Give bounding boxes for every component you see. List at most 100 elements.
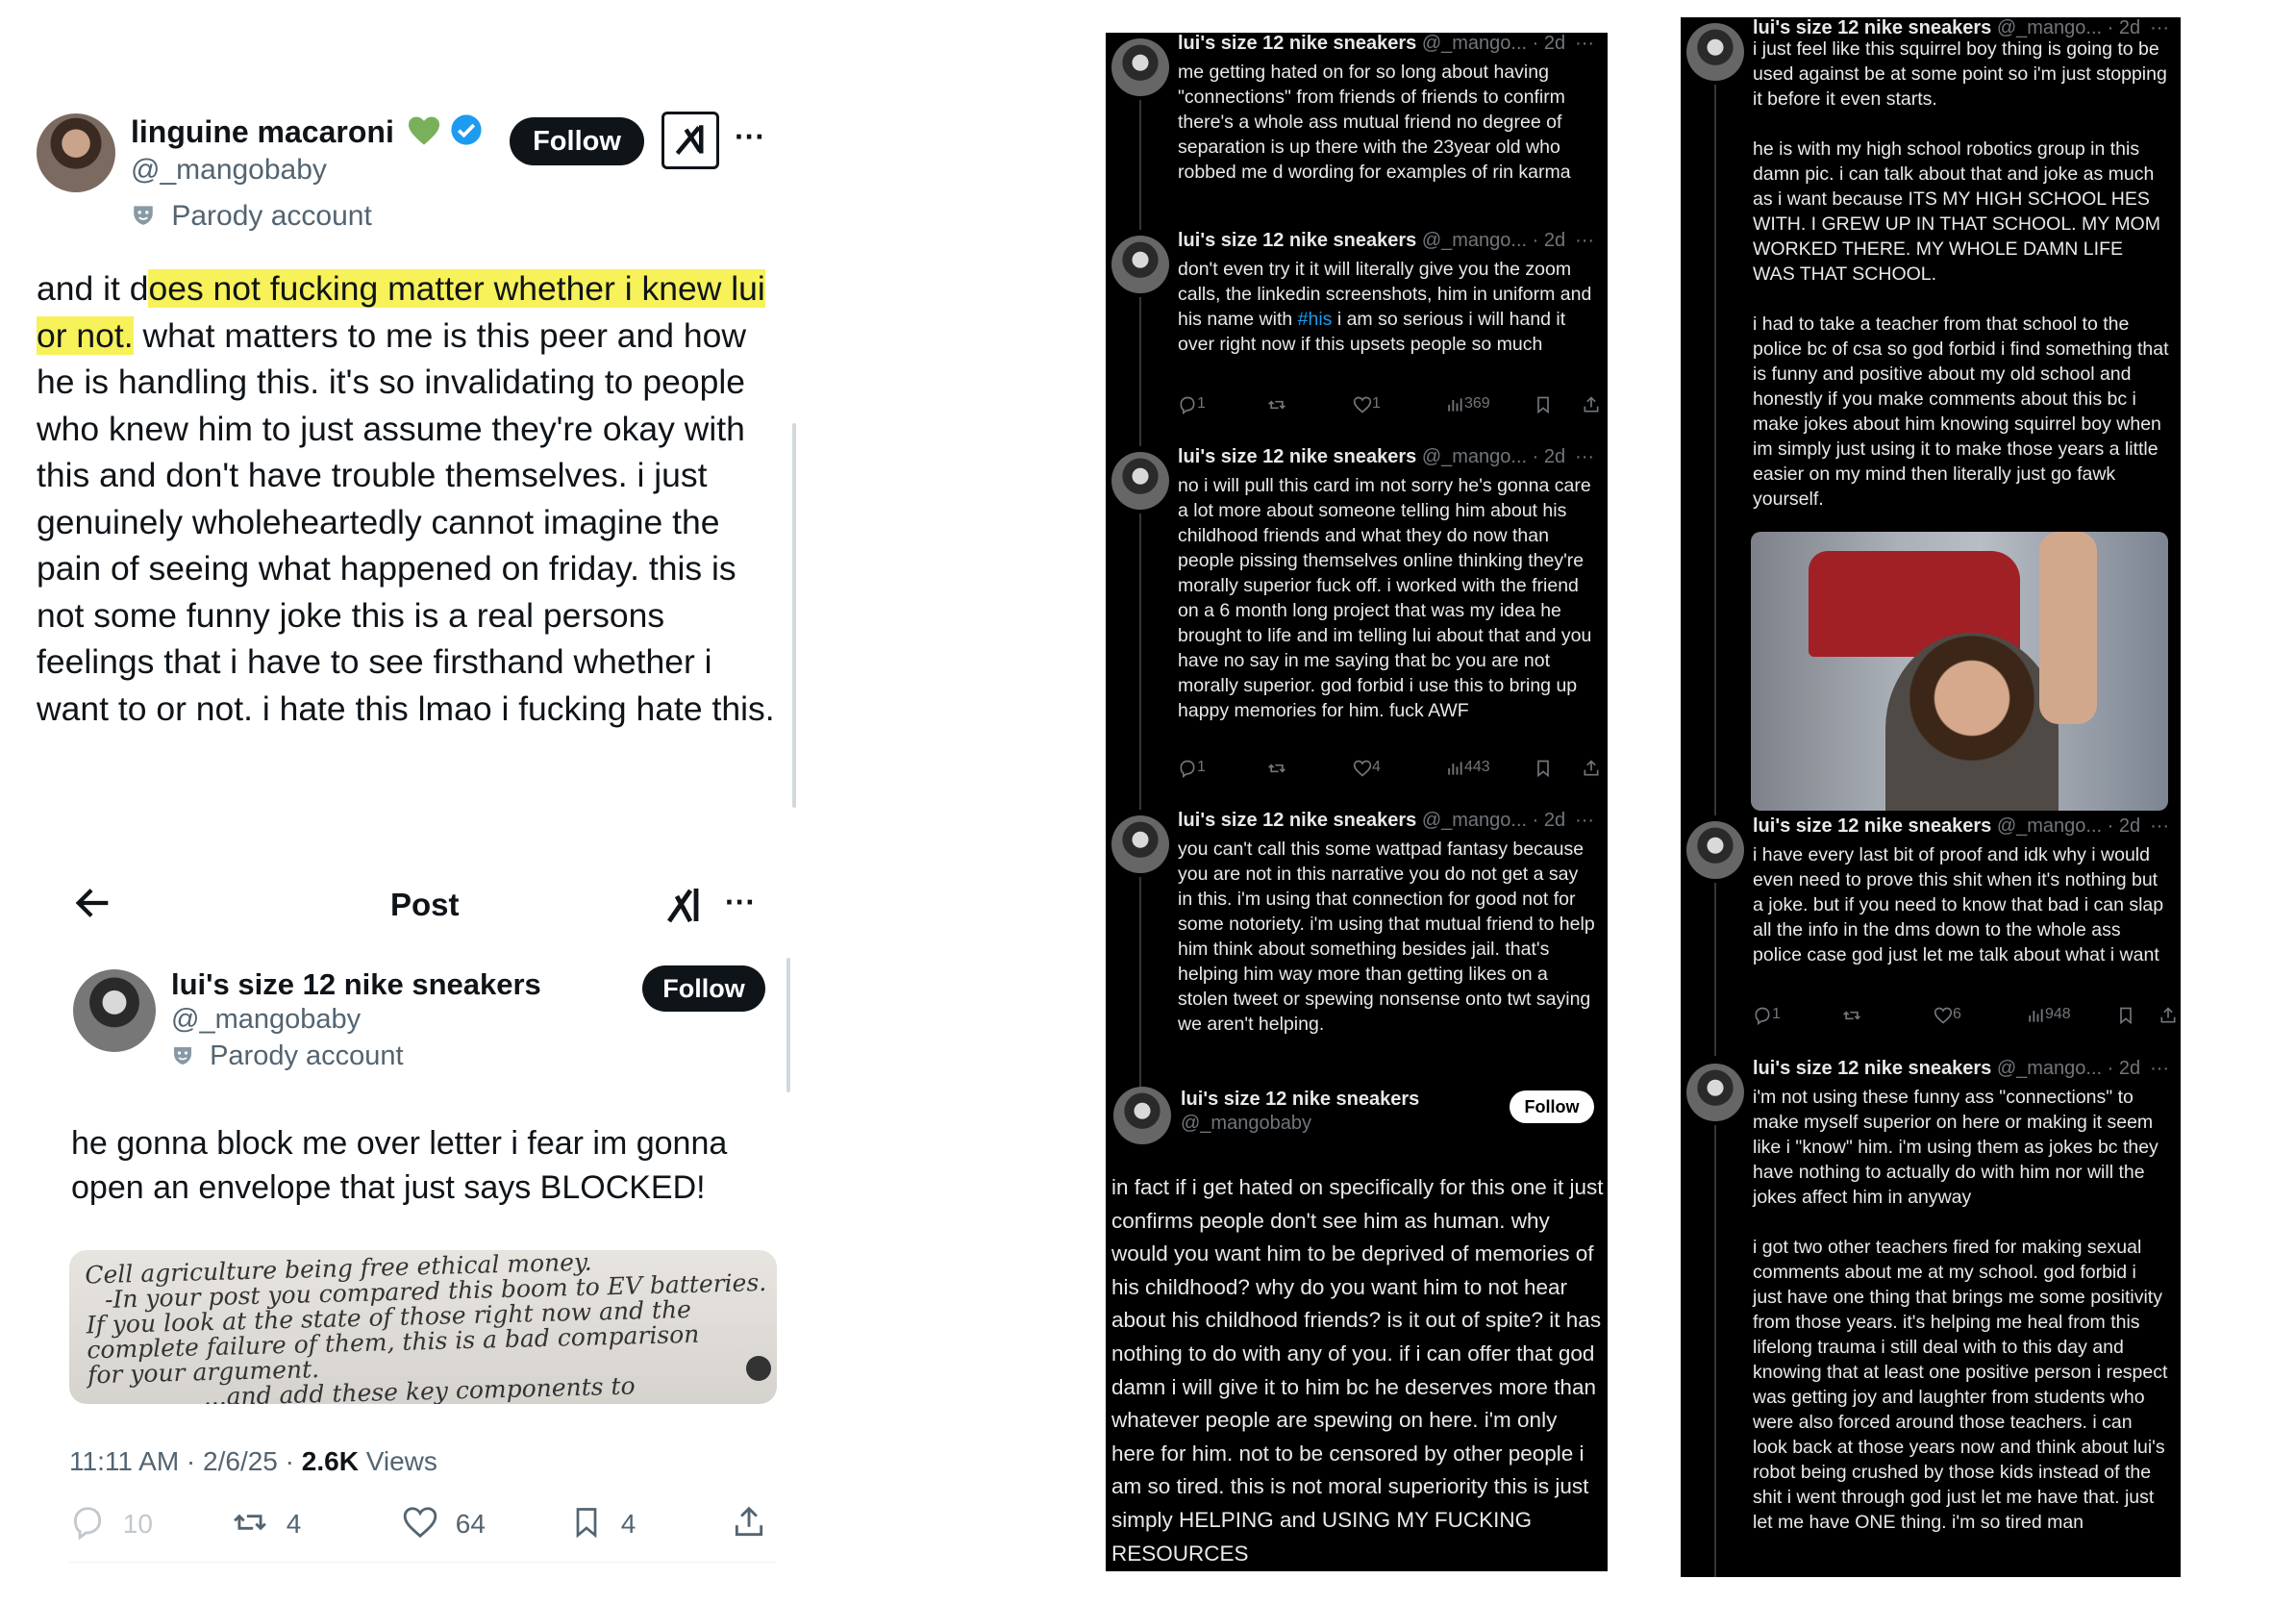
photo-person-shape bbox=[1885, 633, 2059, 811]
handle-time: @_mango... · 2d bbox=[1421, 810, 1566, 831]
like-count: 4 bbox=[1372, 759, 1381, 775]
display-name[interactable]: linguine macaroni bbox=[131, 114, 394, 149]
avatar[interactable] bbox=[1686, 821, 1744, 879]
action-bar: 1 4 443 bbox=[1178, 759, 1599, 782]
heart-icon bbox=[1934, 1007, 1953, 1024]
handle[interactable]: @_mangobaby bbox=[171, 1004, 361, 1036]
display-name[interactable]: lui's size 12 nike sneakers bbox=[1178, 230, 1416, 251]
follow-button[interactable]: Follow bbox=[1510, 1090, 1594, 1123]
avatar[interactable] bbox=[1111, 815, 1169, 873]
display-name[interactable]: lui's size 12 nike sneakers bbox=[1181, 1089, 1419, 1111]
handle[interactable]: @_mangobaby bbox=[131, 154, 327, 187]
photo-arm-shape bbox=[2039, 532, 2097, 724]
tweet: lui's size 12 nike sneakers @_mango... ·… bbox=[1681, 1058, 2181, 1577]
handle-time: @_mango... · 2d bbox=[1421, 446, 1566, 467]
scrollbar[interactable] bbox=[786, 958, 790, 1092]
handle-time: @_mango... · 2d bbox=[1421, 230, 1566, 251]
handle-time: @_mango... · 2d bbox=[1996, 17, 2141, 38]
scrollbar[interactable] bbox=[792, 423, 796, 808]
avatar[interactable] bbox=[1111, 236, 1169, 293]
bookmark-button[interactable] bbox=[1534, 759, 1553, 778]
views-count: 2.6K bbox=[301, 1446, 359, 1476]
tweet: lui's size 12 nike sneakers @_mango... ·… bbox=[1681, 17, 2181, 815]
like-button[interactable]: 6 bbox=[1934, 1006, 1961, 1026]
bookmark-button[interactable] bbox=[2116, 1006, 2135, 1025]
display-name[interactable]: lui's size 12 nike sneakers bbox=[1178, 33, 1416, 54]
repost-button[interactable] bbox=[1266, 759, 1287, 778]
share-button[interactable] bbox=[2159, 1006, 2178, 1025]
views-label: Views bbox=[358, 1446, 437, 1476]
reply-button[interactable]: 1 bbox=[1753, 1006, 1781, 1026]
more-icon[interactable]: ··· bbox=[2150, 815, 2169, 837]
repost-button[interactable] bbox=[1841, 1006, 1862, 1025]
reply-button[interactable]: 1 bbox=[1178, 759, 1206, 779]
repost-button[interactable] bbox=[1266, 395, 1287, 414]
reply-button[interactable]: 1 bbox=[1178, 395, 1206, 415]
views-icon bbox=[1448, 762, 1462, 775]
share-button[interactable] bbox=[1582, 395, 1601, 414]
more-options-button[interactable]: ··· bbox=[735, 119, 765, 155]
views-button[interactable]: 948 bbox=[2026, 1006, 2071, 1026]
focused-tweet: lui's size 12 nike sneakers @_mangobaby … bbox=[1106, 1077, 1608, 1571]
display-name[interactable]: lui's size 12 nike sneakers bbox=[1753, 815, 1991, 837]
parody-label-row: Parody account bbox=[131, 200, 372, 233]
share-button[interactable] bbox=[1582, 759, 1601, 778]
more-icon[interactable]: ··· bbox=[2150, 1058, 2169, 1079]
display-name[interactable]: lui's size 12 nike sneakers bbox=[1178, 446, 1416, 467]
bookmark-button[interactable] bbox=[1534, 395, 1553, 414]
reply-count: 1 bbox=[1197, 759, 1206, 775]
follow-button[interactable]: Follow bbox=[510, 117, 644, 165]
grok-icon[interactable] bbox=[661, 883, 708, 929]
green-heart-icon bbox=[407, 115, 441, 146]
timestamp[interactable]: 11:11 AM · 2/6/25 · bbox=[69, 1446, 302, 1476]
more-icon[interactable]: ··· bbox=[1575, 446, 1594, 467]
handle[interactable]: @_mangobaby bbox=[1181, 1113, 1311, 1135]
avatar[interactable] bbox=[1686, 23, 1744, 81]
avatar[interactable] bbox=[37, 113, 115, 192]
views-button[interactable]: 369 bbox=[1445, 395, 1490, 415]
tweet-text: no i will pull this card im not sorry he… bbox=[1178, 475, 1592, 721]
like-count: 64 bbox=[455, 1509, 486, 1539]
handle-time: @_mango... · 2d bbox=[1996, 1058, 2141, 1079]
more-icon[interactable]: ··· bbox=[1575, 230, 1594, 251]
action-bar: 10 4 64 4 bbox=[69, 1504, 781, 1548]
header-title: Post bbox=[390, 887, 460, 922]
tweet-text: don't even try it it will literally give… bbox=[1178, 259, 1592, 355]
reply-button[interactable]: 10 bbox=[69, 1504, 153, 1541]
more-icon[interactable]: ··· bbox=[1575, 33, 1594, 54]
attached-letter-image[interactable]: Cell agriculture being free ethical mone… bbox=[69, 1250, 777, 1404]
divider bbox=[69, 1562, 777, 1563]
like-button[interactable]: 1 bbox=[1353, 395, 1381, 415]
like-button[interactable]: 4 bbox=[1353, 759, 1381, 779]
follow-button[interactable]: Follow bbox=[642, 965, 765, 1012]
more-options-button[interactable]: ··· bbox=[725, 885, 756, 920]
grok-icon[interactable] bbox=[661, 112, 719, 169]
bookmark-button[interactable]: 4 bbox=[569, 1504, 636, 1541]
display-name[interactable]: lui's size 12 nike sneakers bbox=[1753, 17, 1991, 38]
display-name[interactable]: lui's size 12 nike sneakers bbox=[171, 967, 541, 1002]
views-count: 948 bbox=[2045, 1006, 2071, 1022]
avatar[interactable] bbox=[1111, 452, 1169, 510]
repost-icon bbox=[1843, 1011, 1860, 1020]
more-icon[interactable]: ··· bbox=[2150, 17, 2169, 38]
attached-photo[interactable] bbox=[1751, 532, 2168, 811]
share-button[interactable] bbox=[731, 1504, 767, 1541]
share-icon bbox=[735, 1506, 763, 1537]
hashtag-link[interactable]: #his bbox=[1298, 309, 1333, 330]
views-count: 443 bbox=[1464, 759, 1490, 775]
views-count: 369 bbox=[1464, 395, 1490, 412]
avatar[interactable] bbox=[1686, 1064, 1744, 1121]
display-name[interactable]: lui's size 12 nike sneakers bbox=[1178, 810, 1416, 831]
more-icon[interactable]: ··· bbox=[1575, 810, 1594, 831]
reply-count: 1 bbox=[1772, 1006, 1781, 1022]
avatar[interactable] bbox=[73, 969, 156, 1052]
avatar[interactable] bbox=[1111, 38, 1169, 96]
tweet-text: you can't call this some wattpad fantasy… bbox=[1178, 839, 1595, 1035]
like-button[interactable]: 64 bbox=[402, 1504, 486, 1541]
parody-label: Parody account bbox=[171, 200, 372, 232]
back-button[interactable] bbox=[71, 881, 115, 925]
avatar[interactable] bbox=[1113, 1087, 1171, 1144]
views-button[interactable]: 443 bbox=[1445, 759, 1490, 779]
repost-button[interactable]: 4 bbox=[231, 1504, 301, 1541]
display-name[interactable]: lui's size 12 nike sneakers bbox=[1753, 1058, 1991, 1079]
